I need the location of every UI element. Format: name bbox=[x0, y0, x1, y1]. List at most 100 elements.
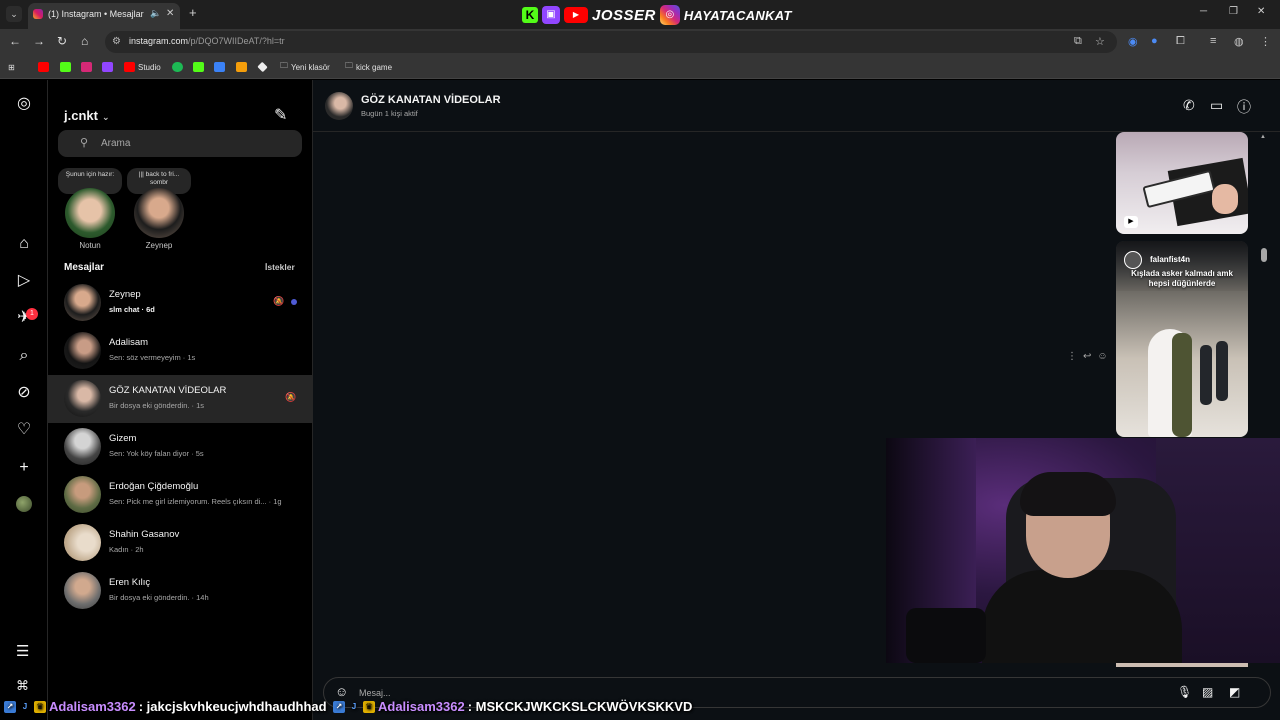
create-plus-icon[interactable]: + bbox=[14, 458, 34, 478]
profile-avatar[interactable] bbox=[16, 496, 32, 512]
reel-guest bbox=[1216, 341, 1228, 401]
inbox-panel: j.cnkt ⌄ ✎ ⚲ Arama Şunun için hazır: Notu… bbox=[48, 80, 313, 720]
conversation-item[interactable]: Adalisam Sen: söz vermeyeyim · 1s bbox=[48, 327, 313, 375]
more-menu-icon[interactable]: ☰ bbox=[16, 642, 29, 660]
conversation-item[interactable]: Gizem Sen: Yok köy falan diyor · 5s bbox=[48, 423, 313, 471]
forward-icon[interactable]: → bbox=[33, 34, 45, 48]
unread-dot bbox=[291, 299, 297, 305]
home-nav-icon[interactable]: ⌂ bbox=[14, 234, 34, 254]
shared-reel-post[interactable]: falanfist4n Kışlada asker kalmadı amk he… bbox=[1116, 241, 1248, 437]
reading-list-icon[interactable]: ≡ bbox=[1210, 35, 1216, 47]
instagram-glyph-icon[interactable]: ◎ bbox=[14, 94, 34, 114]
browser-menu-icon[interactable]: ⋮ bbox=[1260, 35, 1271, 48]
meta-apps-icon[interactable]: ⌘ bbox=[16, 678, 29, 694]
bookmark-ext-diamond[interactable] bbox=[257, 61, 268, 73]
crown-badge-icon: ♛ bbox=[34, 700, 46, 713]
install-app-icon[interactable]: ⧉ bbox=[1074, 35, 1082, 48]
ticker-username: Adalisam3362 bbox=[378, 699, 465, 714]
reel-hand bbox=[1212, 184, 1238, 214]
bookmark-youtube[interactable] bbox=[38, 61, 49, 73]
tab-search-button[interactable]: ⌄ bbox=[6, 6, 22, 22]
folder-icon: 🗀 bbox=[345, 61, 353, 70]
window-close-icon[interactable]: ✕ bbox=[1257, 6, 1265, 17]
tab-title: (1) Instagram • Mesajlar bbox=[48, 9, 144, 19]
conversation-preview: Sen: söz vermeyeyim · 1s bbox=[109, 353, 196, 362]
streamer-name: JOSSER bbox=[592, 6, 656, 24]
search-input[interactable]: ⚲ Arama bbox=[58, 130, 302, 157]
bookmark-kick[interactable] bbox=[60, 61, 71, 73]
site-info-icon[interactable]: ⚙ bbox=[112, 36, 121, 47]
conversation-item-selected[interactable]: GÖZ KANATAN VİDEOLAR Bir dosya eki gönde… bbox=[48, 375, 313, 423]
apps-grid-icon[interactable]: ⊞ bbox=[8, 61, 15, 73]
bookmark-folder-kick-game[interactable]: 🗀 kick game bbox=[345, 61, 392, 73]
conversation-item[interactable]: Eren Kılıç Bir dosya eki gönderdin. · 14… bbox=[48, 567, 313, 615]
extensions-puzzle-icon[interactable]: ⧠ bbox=[1176, 35, 1185, 48]
bookmarks-bar: ⊞ Studio 🗀 Yeni klasör 🗀 kick game bbox=[0, 55, 1280, 79]
bookmark-twitch[interactable] bbox=[102, 61, 113, 73]
cam-streamer-body bbox=[982, 570, 1182, 663]
reel-play-icon: ▶ bbox=[1124, 216, 1138, 228]
cam-streamer-hair bbox=[1020, 472, 1116, 516]
bookmark-instagram[interactable] bbox=[81, 61, 92, 73]
browser-tab-instagram[interactable]: (1) Instagram • Mesajlar 🔈 ✕ bbox=[28, 3, 180, 29]
bookmark-star-icon[interactable]: ☆ bbox=[1095, 35, 1105, 48]
folder-icon: 🗀 bbox=[280, 61, 288, 70]
chat-title[interactable]: GÖZ KANATAN VİDEOLAR bbox=[361, 94, 501, 106]
more-options-icon[interactable]: ⋮ bbox=[1067, 351, 1083, 362]
bookmark-spotify[interactable] bbox=[172, 61, 183, 73]
phone-call-icon[interactable]: ✆ bbox=[1183, 97, 1195, 114]
scroll-up-arrow-icon[interactable]: ▲ bbox=[1260, 134, 1266, 140]
home-icon[interactable]: ⌂ bbox=[81, 34, 88, 48]
bookmark-ext-blue[interactable] bbox=[214, 61, 225, 73]
avatar bbox=[64, 476, 101, 513]
profile-avatar-icon[interactable]: ◍ bbox=[1234, 35, 1244, 48]
chat-badge-j-icon: J bbox=[351, 701, 357, 711]
conversation-name: Gizem bbox=[109, 433, 137, 444]
tab-audio-icon[interactable]: 🔈 bbox=[150, 8, 161, 19]
conversation-preview: Sen: Yok köy falan diyor · 5s bbox=[109, 449, 204, 458]
bookmark-folder-yeni-klasor[interactable]: 🗀 Yeni klasör bbox=[280, 61, 330, 73]
react-emoji-icon[interactable]: ☺ bbox=[1097, 351, 1113, 362]
bookmark-studio[interactable]: Studio bbox=[124, 61, 161, 73]
group-avatar[interactable] bbox=[325, 92, 353, 120]
new-tab-button[interactable]: + bbox=[189, 5, 197, 20]
chat-badge-icon: ↗ bbox=[333, 700, 345, 713]
scrollbar-thumb[interactable] bbox=[1261, 248, 1267, 262]
search-placeholder: Arama bbox=[101, 138, 131, 149]
extension-shield-icon[interactable]: ● bbox=[1151, 35, 1158, 47]
tab-close-icon[interactable]: ✕ bbox=[166, 8, 174, 19]
info-icon[interactable]: ⓘ bbox=[1237, 97, 1251, 117]
minimize-icon[interactable]: ─ bbox=[1200, 6, 1207, 17]
explore-nav-icon[interactable]: ⊘ bbox=[14, 383, 34, 403]
ticker-text: : MSKCKJWKCKSLCKWÖVKSKKVD bbox=[467, 699, 693, 714]
requests-link[interactable]: İstekler bbox=[265, 262, 295, 272]
notifications-heart-icon[interactable]: ♡ bbox=[14, 420, 34, 440]
reels-nav-icon[interactable]: ▷ bbox=[14, 271, 34, 291]
ticker-message: ↗ J ♛ Adalisam3362 : jakcjskvhkeucjwhdha… bbox=[4, 699, 327, 714]
avatar bbox=[64, 524, 101, 561]
conversation-preview: Kadın · 2h bbox=[109, 545, 144, 554]
conversation-item[interactable]: Shahin Gasanov Kadın · 2h bbox=[48, 519, 313, 567]
url-field[interactable]: ⚙ instagram.com/p/DQO7WIIDeAT/?hl=tr ⧉ ☆ bbox=[105, 31, 1117, 53]
note-item-own[interactable]: Şunun için hazır: Notun bbox=[54, 168, 126, 250]
kick-logo-icon: K bbox=[522, 7, 538, 23]
conversation-name: Erdoğan Çiğdemoğlu bbox=[109, 481, 199, 492]
reel-author: falanfist4n bbox=[1150, 255, 1191, 264]
reply-icon[interactable]: ↩ bbox=[1083, 351, 1097, 362]
back-icon[interactable]: ← bbox=[9, 34, 21, 48]
shared-reel-thumbnail[interactable]: ▶ bbox=[1116, 132, 1248, 234]
bookmark-kick-2[interactable] bbox=[193, 61, 204, 73]
extension-audio-icon[interactable]: ◉ bbox=[1128, 35, 1138, 48]
reload-icon[interactable]: ↻ bbox=[57, 34, 67, 48]
twitch-logo-icon: ▣ bbox=[542, 6, 560, 24]
conversation-item[interactable]: Erdoğan Çiğdemoğlu Sen: Pick me girl izl… bbox=[48, 471, 313, 519]
conversation-item[interactable]: Zeynep slm chat · 6d 🔕 bbox=[48, 279, 313, 327]
maximize-icon[interactable]: ❐ bbox=[1229, 6, 1238, 17]
bookmark-ext-orange[interactable] bbox=[236, 61, 247, 73]
video-call-icon[interactable]: ▭ bbox=[1210, 97, 1223, 114]
note-item-zeynep[interactable]: ||| back to fri... sombr Zeynep bbox=[123, 168, 195, 250]
new-message-icon[interactable]: ✎ bbox=[274, 105, 287, 125]
streamer-handle: HAYATACANKAT bbox=[683, 7, 792, 23]
search-nav-icon[interactable]: ⌕ bbox=[14, 346, 34, 366]
account-switcher[interactable]: j.cnkt ⌄ bbox=[64, 108, 110, 123]
